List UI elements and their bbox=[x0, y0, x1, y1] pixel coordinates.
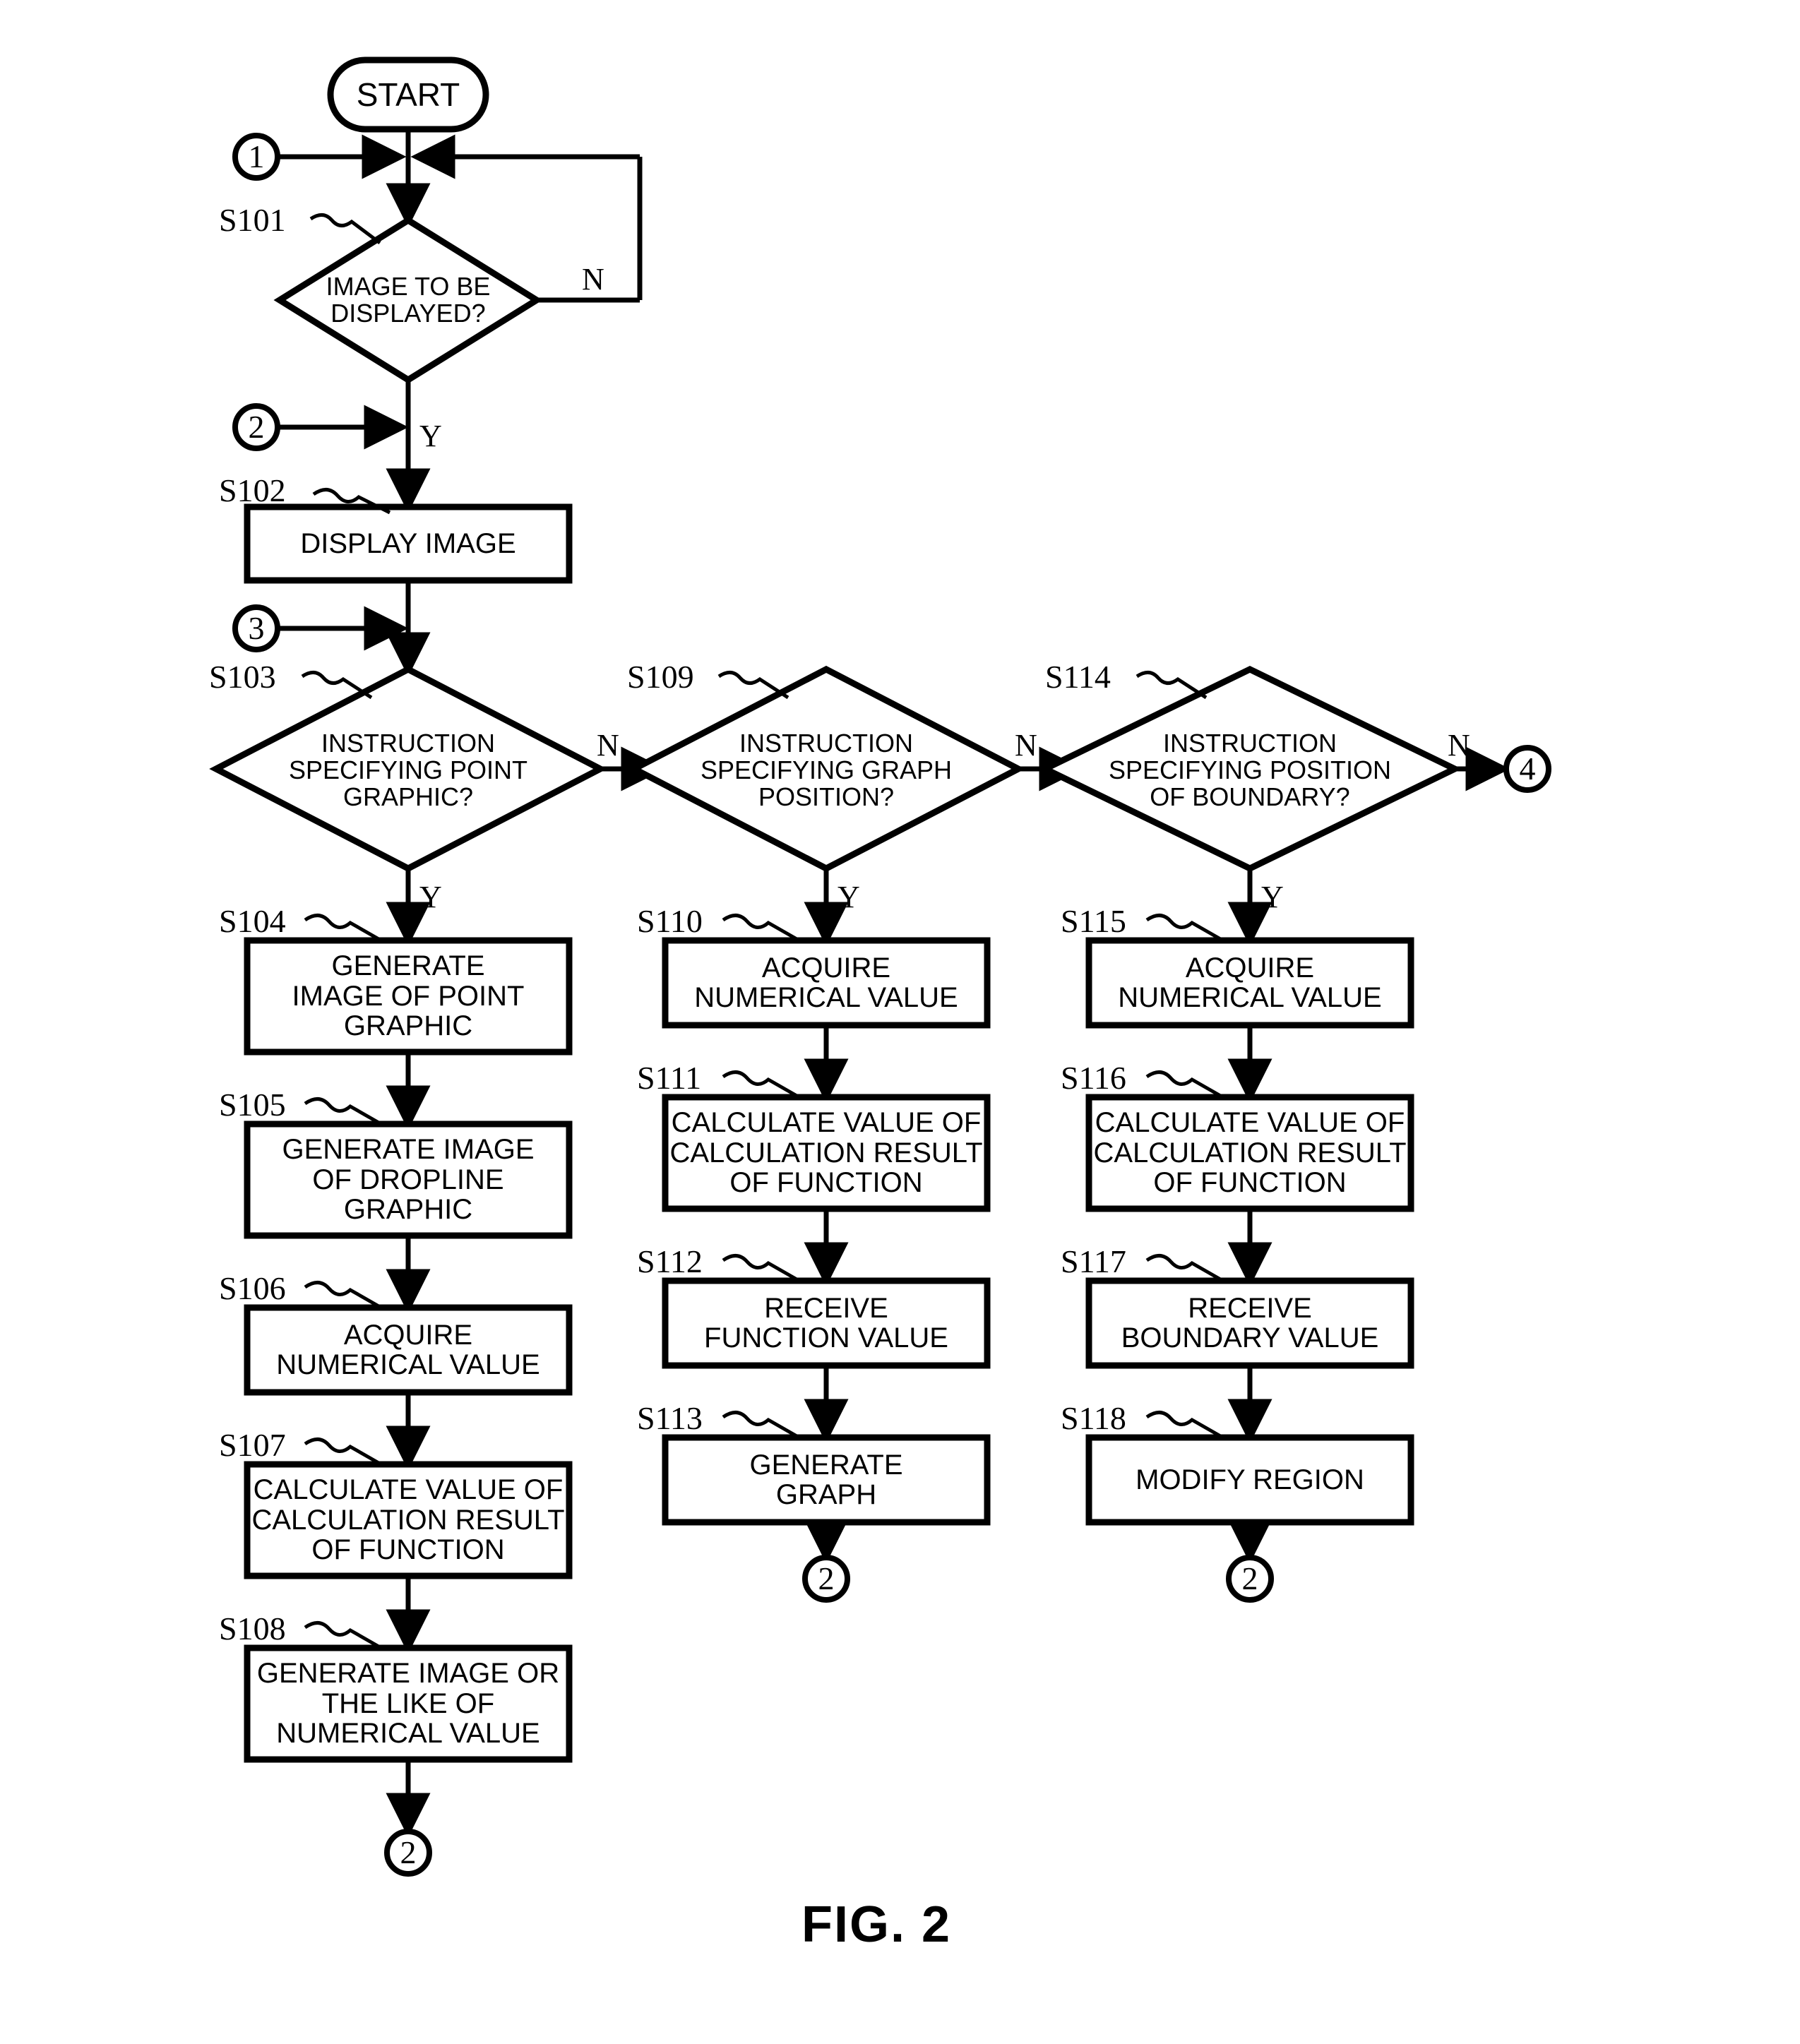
step-id-s110: S110 bbox=[637, 903, 703, 939]
s111-box-shape bbox=[662, 1094, 991, 1212]
s104-box-shape bbox=[244, 937, 573, 1056]
step-id-s109: S109 bbox=[627, 659, 694, 695]
s108-box-shape bbox=[244, 1644, 573, 1763]
s115-box-shape bbox=[1085, 937, 1414, 1029]
s114-decision-shape bbox=[1037, 665, 1462, 873]
step-id-s106: S106 bbox=[219, 1270, 286, 1306]
s110-box-shape bbox=[662, 937, 991, 1029]
s103-yes-branch-label: Y bbox=[419, 880, 442, 914]
connector-1-label: 1 bbox=[248, 138, 265, 174]
s108-leader-line bbox=[304, 1621, 381, 1649]
s105-box-shape bbox=[244, 1120, 573, 1239]
s117-leader-line bbox=[1145, 1254, 1223, 1282]
step-id-s101: S101 bbox=[219, 202, 286, 238]
s114-yes-branch-label: Y bbox=[1261, 880, 1284, 914]
s109-yes-branch-label: Y bbox=[838, 880, 860, 914]
step-id-s114: S114 bbox=[1045, 659, 1111, 695]
step-id-s113: S113 bbox=[637, 1400, 703, 1436]
s101-leader-line bbox=[309, 213, 381, 244]
s112-box-shape bbox=[662, 1277, 991, 1369]
s116-leader-line bbox=[1145, 1070, 1223, 1099]
step-id-s108: S108 bbox=[219, 1610, 286, 1646]
figure-caption: FIG. 2 bbox=[801, 1896, 952, 1953]
s116-box-shape bbox=[1085, 1094, 1414, 1212]
s103-decision-shape bbox=[209, 665, 607, 873]
s115-leader-line bbox=[1145, 914, 1223, 942]
s117-box-shape bbox=[1085, 1277, 1414, 1369]
step-id-s111: S111 bbox=[637, 1060, 702, 1096]
s101-no-branch-label: N bbox=[582, 262, 604, 297]
s113-leader-line bbox=[722, 1411, 799, 1439]
s118-leader-line bbox=[1145, 1411, 1223, 1439]
flowchart-shapes-layer bbox=[209, 56, 1551, 1877]
s110-leader-line bbox=[722, 914, 799, 942]
s107-box-shape bbox=[244, 1461, 573, 1579]
step-id-s117: S117 bbox=[1061, 1243, 1126, 1279]
s101-decision-shape bbox=[273, 216, 543, 384]
step-id-s104: S104 bbox=[219, 903, 286, 939]
s105-leader-line bbox=[304, 1097, 381, 1125]
step-id-s107: S107 bbox=[219, 1427, 286, 1463]
step-id-s102: S102 bbox=[219, 472, 286, 508]
connector-2-left-bottom-label: 2 bbox=[400, 1834, 417, 1870]
s107-leader-line bbox=[304, 1438, 381, 1466]
s106-box-shape bbox=[244, 1304, 573, 1396]
step-id-s115: S115 bbox=[1061, 903, 1126, 939]
s101-yes-branch-label: Y bbox=[419, 419, 442, 453]
connector-4-label: 4 bbox=[1519, 751, 1536, 787]
connector-2-middle-bottom-label: 2 bbox=[818, 1560, 835, 1596]
step-id-s112: S112 bbox=[637, 1243, 703, 1279]
connector-2-right-bottom-label: 2 bbox=[1241, 1560, 1258, 1596]
step-id-s105: S105 bbox=[219, 1087, 286, 1123]
connector-3-label: 3 bbox=[248, 610, 265, 646]
s103-no-branch-label: N bbox=[597, 728, 619, 763]
step-id-s116: S116 bbox=[1061, 1060, 1126, 1096]
s109-no-branch-label: N bbox=[1015, 728, 1037, 763]
s102-box-shape bbox=[244, 503, 573, 584]
s109-decision-shape bbox=[627, 665, 1025, 873]
connector-2-top-label: 2 bbox=[248, 409, 265, 445]
step-id-s103: S103 bbox=[209, 659, 276, 695]
s104-leader-line bbox=[304, 914, 381, 942]
start-terminal-shape bbox=[327, 56, 489, 133]
s113-box-shape bbox=[662, 1434, 991, 1526]
s112-leader-line bbox=[722, 1254, 799, 1282]
flowchart-figure: START 1 2 3 4 2 2 2 S101 IMAGE TO BE DIS… bbox=[0, 0, 1800, 2044]
s118-box-shape bbox=[1085, 1434, 1414, 1526]
s111-leader-line bbox=[722, 1070, 799, 1099]
s106-leader-line bbox=[304, 1281, 381, 1309]
s114-no-branch-label: N bbox=[1448, 728, 1470, 763]
step-id-s118: S118 bbox=[1061, 1400, 1126, 1436]
